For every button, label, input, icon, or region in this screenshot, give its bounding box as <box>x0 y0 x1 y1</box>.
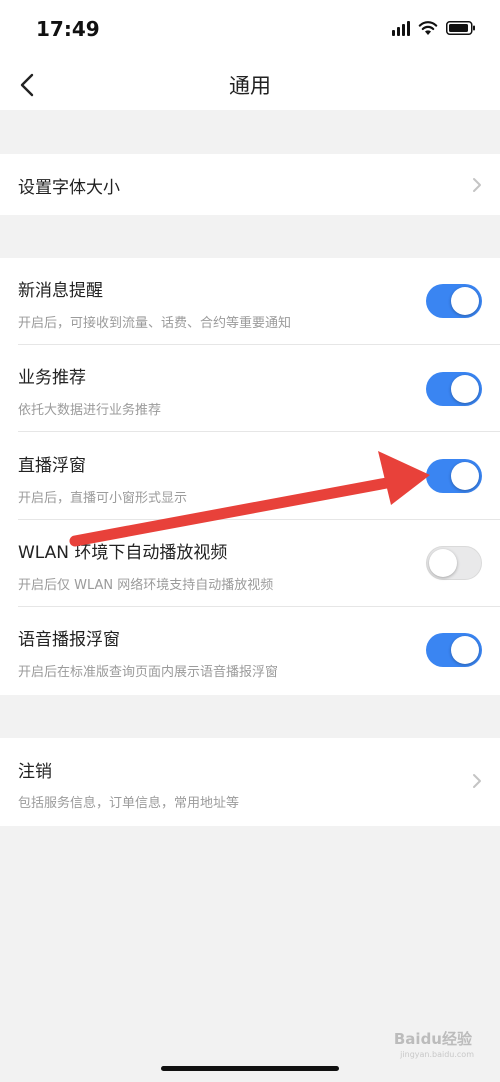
setting-title: 语音播报浮窗 <box>18 630 120 650</box>
chevron-right-icon <box>473 774 481 788</box>
setting-title: 直播浮窗 <box>18 456 86 476</box>
settings-list: 新消息提醒 开启后，可接收到流量、话费、合约等重要通知 业务推荐 依托大数据进行… <box>0 258 500 695</box>
font-size-row[interactable]: 设置字体大小 <box>0 154 500 215</box>
setting-row-voice-float: 语音播报浮窗 开启后在标准版查询页面内展示语音播报浮窗 <box>0 607 500 695</box>
setting-title: 业务推荐 <box>18 368 86 388</box>
setting-subtitle: 开启后在标准版查询页面内展示语音播报浮窗 <box>18 665 279 680</box>
voice-float-toggle[interactable] <box>426 633 482 667</box>
setting-title: WLAN 环境下自动播放视频 <box>18 543 228 563</box>
nav-bar: 通用 <box>0 60 500 110</box>
status-icons <box>392 20 476 36</box>
setting-row-new-message: 新消息提醒 开启后，可接收到流量、话费、合约等重要通知 <box>0 258 500 345</box>
recommendation-toggle[interactable] <box>426 372 482 406</box>
logout-title: 注销 <box>18 762 52 782</box>
setting-subtitle: 开启后，直播可小窗形式显示 <box>18 491 188 506</box>
page-title: 通用 <box>229 74 271 98</box>
chevron-right-icon <box>473 178 481 192</box>
logout-row[interactable]: 注销 包括服务信息，订单信息，常用地址等 <box>0 738 500 826</box>
setting-subtitle: 依托大数据进行业务推荐 <box>18 403 162 418</box>
setting-subtitle: 开启后，可接收到流量、话费、合约等重要通知 <box>18 316 292 331</box>
live-float-toggle[interactable] <box>426 459 482 493</box>
new-message-toggle[interactable] <box>426 284 482 318</box>
home-indicator <box>161 1066 339 1071</box>
font-size-label: 设置字体大小 <box>18 178 120 198</box>
battery-icon <box>446 21 475 35</box>
setting-subtitle: 开启后仅 WLAN 网络环境支持自动播放视频 <box>18 578 274 593</box>
setting-title: 新消息提醒 <box>18 281 103 301</box>
setting-row-live-float: 直播浮窗 开启后，直播可小窗形式显示 <box>0 432 500 520</box>
baidu-watermark: Baidu经验 <box>393 1030 472 1048</box>
setting-row-wlan-autoplay: WLAN 环境下自动播放视频 开启后仅 WLAN 网络环境支持自动播放视频 <box>0 520 500 607</box>
signal-icon <box>392 20 410 36</box>
logout-subtitle: 包括服务信息，订单信息，常用地址等 <box>18 796 240 811</box>
status-time: 17:49 <box>36 17 100 41</box>
wlan-autoplay-toggle[interactable] <box>426 546 482 580</box>
baidu-watermark-url: jingyan.baidu.com <box>400 1050 474 1059</box>
setting-row-recommendation: 业务推荐 依托大数据进行业务推荐 <box>0 345 500 432</box>
wifi-icon <box>418 21 438 35</box>
status-bar: 17:49 <box>0 0 500 60</box>
